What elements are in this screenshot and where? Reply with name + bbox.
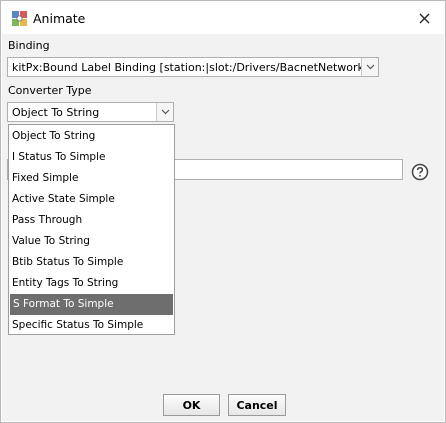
converter-dropdown-arrow[interactable] <box>156 103 173 121</box>
converter-selected-value: Object To String <box>12 105 100 119</box>
help-button[interactable] <box>411 163 429 181</box>
binding-value: kitPx:Bound Label Binding [station:|slot… <box>12 60 361 74</box>
converter-option[interactable]: Fixed Simple <box>9 168 174 189</box>
help-icon <box>411 163 429 181</box>
converter-type-label: Converter Type <box>8 84 92 97</box>
binding-label: Binding <box>8 39 50 52</box>
converter-type-dropdown-list: Object To String I Status To Simple Fixe… <box>8 124 175 335</box>
converter-option[interactable]: Active State Simple <box>9 189 174 210</box>
close-button[interactable] <box>412 7 436 29</box>
converter-option[interactable]: Entity Tags To String <box>9 273 174 294</box>
converter-type-select[interactable]: Object To String <box>7 102 174 122</box>
converter-option[interactable]: Specific Status To Simple <box>9 315 174 336</box>
chevron-down-icon <box>161 109 169 115</box>
ok-button[interactable]: OK <box>163 394 220 416</box>
converter-option[interactable]: Btib Status To Simple <box>9 252 174 273</box>
converter-option[interactable]: Value To String <box>9 231 174 252</box>
converter-option-highlighted[interactable]: S Format To Simple <box>10 294 173 315</box>
binding-select[interactable]: kitPx:Bound Label Binding [station:|slot… <box>7 57 379 77</box>
animate-app-icon <box>12 11 27 26</box>
cancel-button[interactable]: Cancel <box>228 394 286 416</box>
chevron-down-icon <box>366 64 374 70</box>
converter-option[interactable]: Object To String <box>9 126 174 147</box>
animate-dialog: Animate Binding kitPx:Bound Label Bindin… <box>0 0 446 423</box>
converter-option[interactable]: I Status To Simple <box>9 147 174 168</box>
close-icon <box>419 13 429 23</box>
converter-option[interactable]: Pass Through <box>9 210 174 231</box>
window-title: Animate <box>33 11 86 26</box>
binding-dropdown-arrow[interactable] <box>361 58 378 76</box>
title-bar: Animate <box>2 2 444 34</box>
